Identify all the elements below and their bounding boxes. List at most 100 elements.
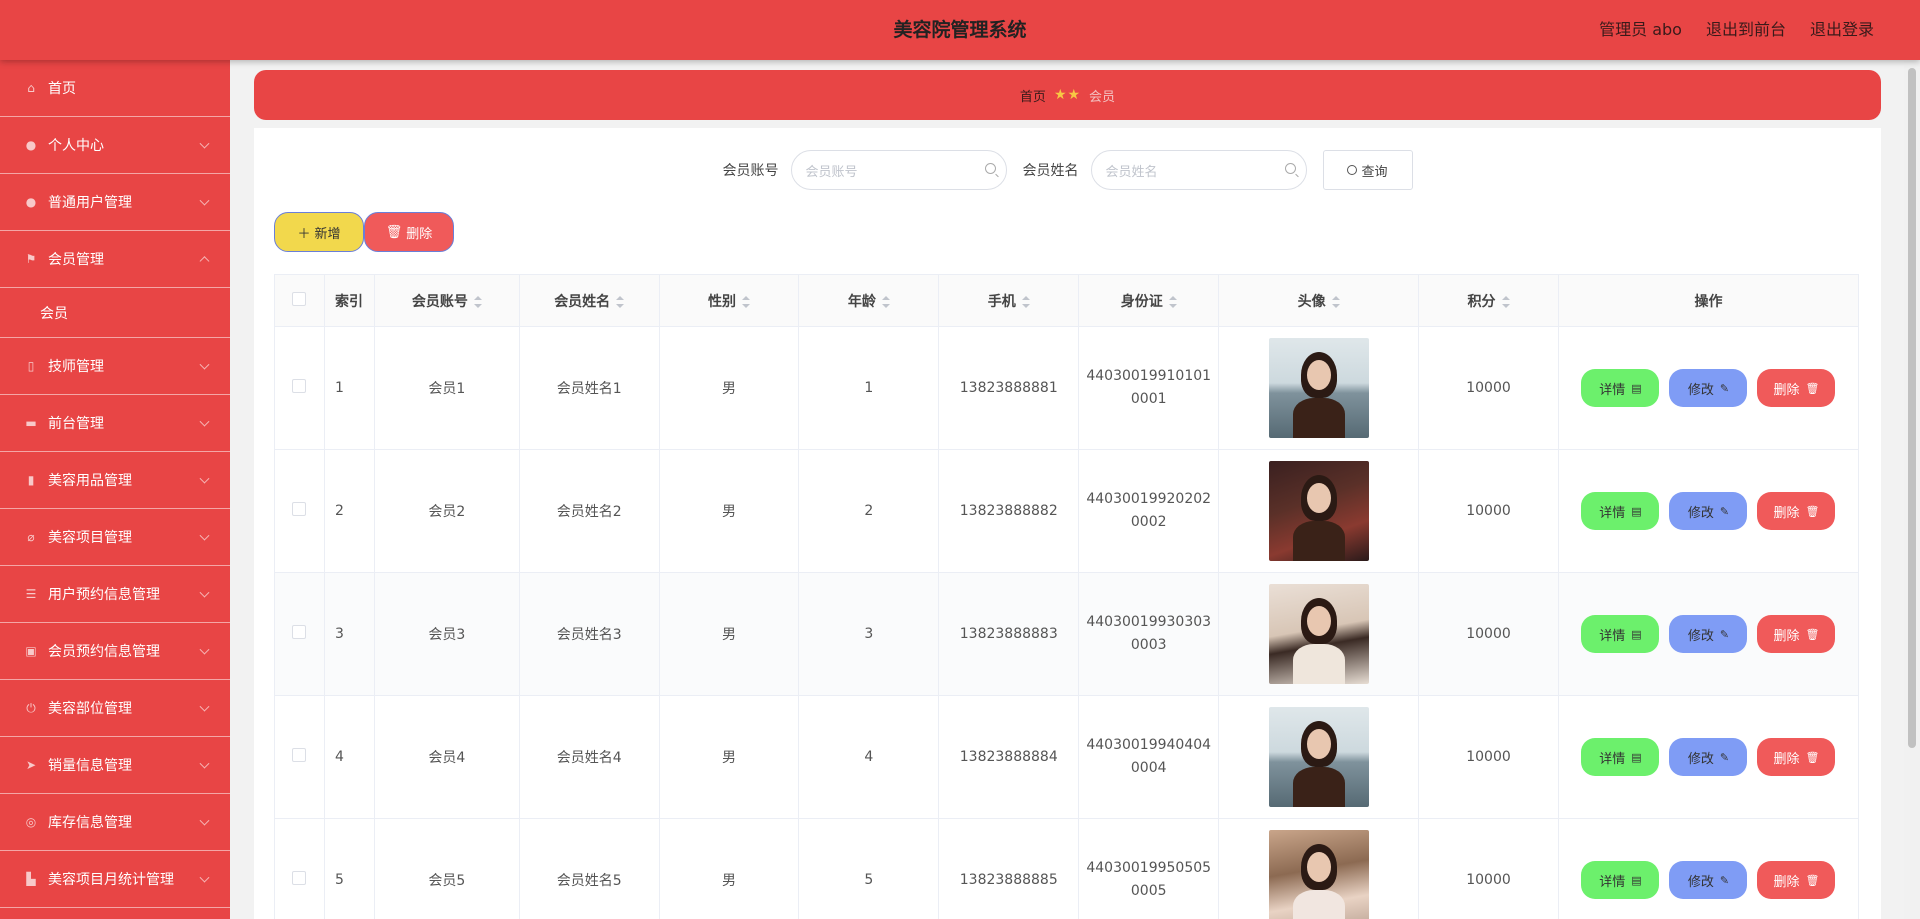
- sort-icon[interactable]: [1021, 295, 1030, 308]
- sidebar-item-sales[interactable]: ➤ 销量信息管理: [0, 737, 230, 794]
- search-icon: [984, 163, 996, 174]
- star-separator-icon: ★★: [1053, 87, 1082, 103]
- breadcrumb-current: 会员: [1089, 89, 1116, 105]
- pencil-icon: ✎: [1719, 873, 1730, 887]
- cell-name: 会员姓名1: [518, 326, 660, 450]
- id-line: 0002: [1130, 514, 1167, 530]
- name-search-input[interactable]: 会员姓名: [1090, 150, 1307, 190]
- sidebar-item-personal-center[interactable]: ● 个人中心: [0, 117, 230, 174]
- header-account-label: 会员账号: [411, 293, 468, 310]
- detail-button[interactable]: 详情 ▤: [1581, 615, 1660, 653]
- header-name-label: 会员姓名: [554, 293, 611, 310]
- row-checkbox[interactable]: [292, 871, 307, 885]
- sidebar-subitem-member[interactable]: 会员: [0, 288, 230, 338]
- header-actions: 操作: [1557, 274, 1860, 327]
- sidebar-item-member-appointments[interactable]: ▣ 会员预约信息管理: [0, 623, 230, 680]
- sidebar-item-home[interactable]: ⌂ 首页: [0, 60, 230, 117]
- header-id-card[interactable]: 身份证: [1078, 274, 1220, 327]
- header-gender-label: 性别: [708, 293, 737, 310]
- sidebar-item-normal-users[interactable]: ● 普通用户管理: [0, 174, 230, 231]
- row-checkbox[interactable]: [292, 625, 307, 639]
- cell-account: 会员3: [373, 572, 520, 696]
- cell-index: 3: [323, 572, 375, 696]
- account-label: 会员账号: [722, 163, 779, 179]
- sort-icon[interactable]: [1168, 295, 1177, 308]
- sidebar-item-beauty-parts[interactable]: ⏻ 美容部位管理: [0, 680, 230, 737]
- header-gender[interactable]: 性别: [658, 274, 800, 327]
- detail-button[interactable]: 详情 ▤: [1581, 369, 1660, 407]
- admin-user-label[interactable]: 管理员 abo: [1599, 0, 1682, 60]
- avatar-image[interactable]: [1268, 461, 1369, 561]
- page-scrollbar[interactable]: [1904, 60, 1920, 919]
- header-points[interactable]: 积分: [1418, 274, 1559, 327]
- sidebar-item-front-desk[interactable]: ▬ 前台管理: [0, 395, 230, 452]
- id-line: 0001: [1130, 391, 1167, 407]
- breadcrumb-home[interactable]: 首页: [1020, 86, 1046, 105]
- sort-icon[interactable]: [742, 295, 751, 308]
- avatar-image[interactable]: [1268, 830, 1369, 919]
- cell-id-card: 44030019940404 0004: [1078, 695, 1220, 819]
- detail-button[interactable]: 详情 ▤: [1581, 492, 1660, 530]
- query-button[interactable]: 查询: [1322, 150, 1413, 190]
- cell-name: 会员姓名3: [518, 572, 660, 696]
- edit-button[interactable]: 修改 ✎: [1669, 492, 1748, 530]
- chevron-down-icon: [199, 473, 210, 484]
- delete-button[interactable]: 删除 🗑: [1757, 615, 1836, 653]
- row-checkbox[interactable]: [292, 748, 307, 762]
- header-id-card-label: 身份证: [1120, 293, 1163, 310]
- edit-button[interactable]: 修改 ✎: [1669, 369, 1748, 407]
- sort-icon[interactable]: [1501, 295, 1510, 308]
- header-age[interactable]: 年龄: [798, 274, 940, 327]
- row-checkbox[interactable]: [292, 379, 307, 393]
- sort-icon[interactable]: [1331, 295, 1340, 308]
- compass-icon: ◎: [25, 815, 37, 829]
- cell-actions: 详情 ▤ 修改 ✎ 删除 🗑: [1557, 818, 1860, 919]
- sidebar-item-label: 用户预约信息管理: [48, 587, 160, 603]
- avatar-image[interactable]: [1268, 707, 1369, 807]
- row-checkbox[interactable]: [292, 502, 307, 516]
- table-row: 5 会员5 会员姓名5 男 5 13823888885 440300199505…: [274, 818, 1860, 919]
- chevron-down-icon: [199, 701, 210, 712]
- sort-icon[interactable]: [616, 295, 625, 308]
- sidebar-item-label: 美容项目月统计管理: [48, 872, 174, 888]
- header-avatar-label: 头像: [1297, 293, 1326, 310]
- avatar-image[interactable]: [1268, 584, 1369, 684]
- add-button[interactable]: ＋ 新增: [274, 212, 364, 252]
- delete-button[interactable]: 删除 🗑: [1757, 861, 1836, 899]
- delete-button[interactable]: 删除 🗑: [1757, 369, 1836, 407]
- trash-icon: 🗑: [385, 224, 403, 240]
- sidebar-item-beauty-products[interactable]: ▮ 美容用品管理: [0, 452, 230, 509]
- detail-button[interactable]: 详情 ▤: [1581, 738, 1660, 776]
- header-account[interactable]: 会员账号: [373, 274, 520, 327]
- select-all-checkbox[interactable]: [292, 291, 307, 306]
- delete-button[interactable]: 删除 🗑: [1757, 492, 1836, 530]
- delete-button[interactable]: 删除 🗑: [1757, 738, 1836, 776]
- sidebar-item-member-management[interactable]: ⚑ 会员管理: [0, 231, 230, 288]
- logout-link[interactable]: 退出登录: [1810, 0, 1874, 60]
- sidebar-item-monthly-stats[interactable]: ▙ 美容项目月统计管理: [0, 851, 230, 908]
- back-to-front-link[interactable]: 退出到前台: [1706, 0, 1786, 60]
- sidebar-item-inventory[interactable]: ◎ 库存信息管理: [0, 794, 230, 851]
- detail-button[interactable]: 详情 ▤: [1581, 861, 1660, 899]
- batch-delete-button[interactable]: 🗑 删除: [364, 212, 454, 252]
- sort-icon[interactable]: [881, 295, 890, 308]
- scrollbar-thumb[interactable]: [1908, 68, 1916, 748]
- account-search-input[interactable]: 会员账号: [790, 150, 1007, 190]
- header-phone[interactable]: 手机: [938, 274, 1080, 327]
- avatar-image[interactable]: [1268, 338, 1369, 438]
- row-select-cell: [274, 326, 325, 450]
- sidebar-item-user-appointments[interactable]: ☰ 用户预约信息管理: [0, 566, 230, 623]
- clipboard-icon: ▣: [25, 644, 37, 658]
- avatar-body: [1292, 398, 1345, 438]
- edit-button[interactable]: 修改 ✎: [1669, 615, 1748, 653]
- cell-actions: 详情 ▤ 修改 ✎ 删除 🗑: [1557, 326, 1860, 450]
- edit-button[interactable]: 修改 ✎: [1669, 861, 1748, 899]
- header-avatar[interactable]: 头像: [1218, 274, 1420, 327]
- header-name[interactable]: 会员姓名: [518, 274, 660, 327]
- edit-button[interactable]: 修改 ✎: [1669, 738, 1748, 776]
- sidebar-item-technician[interactable]: ▯ 技师管理: [0, 338, 230, 395]
- sidebar-item-beauty-projects[interactable]: ⌀ 美容项目管理: [0, 509, 230, 566]
- sort-icon[interactable]: [473, 295, 482, 308]
- row-select-cell: [274, 695, 325, 819]
- header-actions: 管理员 abo 退出到前台 退出登录: [1599, 0, 1874, 60]
